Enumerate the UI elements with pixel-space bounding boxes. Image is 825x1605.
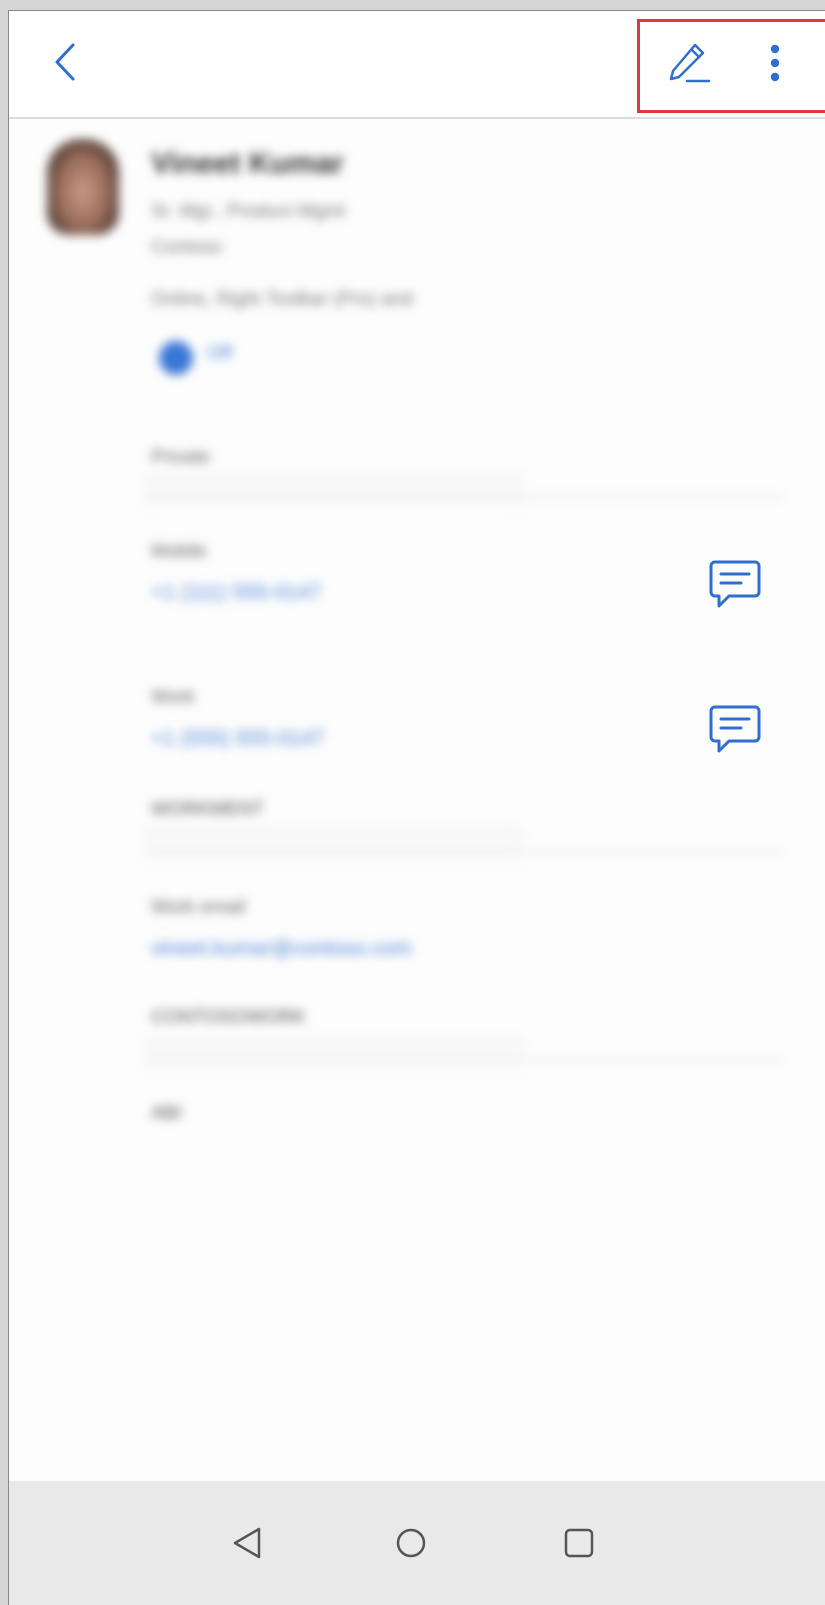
- divider: [144, 1059, 784, 1061]
- field-label-workment: WORKMENT: [151, 799, 264, 820]
- pencil-icon: [669, 43, 711, 83]
- nav-home-button[interactable]: [379, 1511, 443, 1575]
- field-background: [144, 1037, 524, 1077]
- field-value-work[interactable]: +1 (555) 555-0147: [151, 727, 324, 751]
- contact-title: Sr. Mgr., Product Mgmt: [151, 201, 346, 222]
- avatar: [47, 139, 119, 235]
- contact-details-screen: Vineet Kumar Sr. Mgr., Product Mgmt Cont…: [8, 10, 825, 1605]
- more-options-button[interactable]: [757, 35, 793, 91]
- field-value-work-email[interactable]: vineet.kumar@contoso.com: [151, 937, 412, 961]
- more-vertical-icon: [770, 44, 780, 82]
- field-background: [144, 827, 524, 867]
- presence-label: Off: [207, 343, 232, 364]
- contact-status-message: Online, Right Toolbar (Pro) and: [151, 289, 413, 310]
- contact-company: Contoso: [151, 237, 222, 258]
- field-value-mobile[interactable]: +1 (111) 555-0147: [151, 581, 321, 605]
- back-button[interactable]: [39, 31, 91, 93]
- contact-content: Vineet Kumar Sr. Mgr., Product Mgmt Cont…: [9, 119, 825, 1124]
- field-label-work: Work: [151, 687, 195, 708]
- app-bar: [9, 11, 825, 119]
- chat-bubble-icon: [709, 705, 761, 753]
- system-nav-bar: [9, 1481, 825, 1605]
- nav-back-button[interactable]: [215, 1511, 279, 1575]
- contact-name: Vineet Kumar: [151, 147, 344, 180]
- chat-bubble-icon: [709, 560, 761, 608]
- field-label-contosowork: CONTOSOWORK: [151, 1007, 306, 1028]
- chevron-left-icon: [55, 43, 75, 81]
- square-recents-icon: [564, 1528, 594, 1558]
- chat-mobile-button[interactable]: [705, 554, 765, 614]
- triangle-back-icon: [233, 1527, 261, 1559]
- circle-home-icon: [396, 1528, 426, 1558]
- field-label-private: Private: [151, 447, 211, 468]
- presence-indicator: [159, 341, 193, 375]
- field-label-mobile: Mobile: [151, 541, 207, 562]
- field-background: [144, 474, 524, 514]
- divider: [144, 496, 784, 498]
- divider: [144, 851, 784, 853]
- nav-recents-button[interactable]: [547, 1511, 611, 1575]
- field-label-work-email: Work email: [151, 897, 246, 918]
- chat-work-button[interactable]: [705, 699, 765, 759]
- field-label-abi: ABI: [151, 1103, 182, 1124]
- edit-contact-button[interactable]: [663, 35, 715, 91]
